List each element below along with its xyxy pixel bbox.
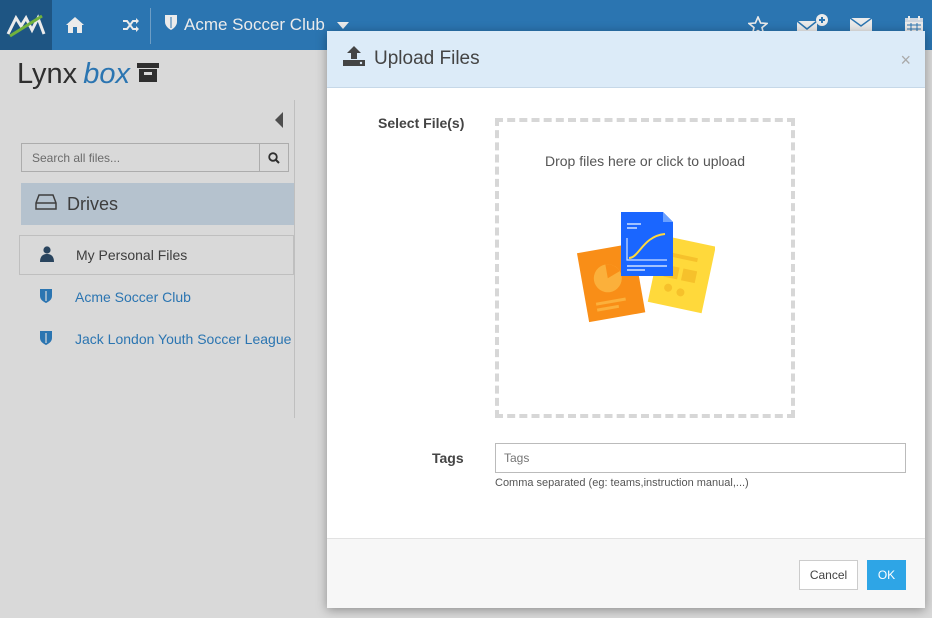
dialog-header: Upload Files ×: [327, 31, 925, 88]
select-files-label: Select File(s): [378, 115, 465, 131]
ok-button[interactable]: OK: [867, 560, 906, 590]
upload-icon: [342, 45, 366, 73]
tags-input[interactable]: [495, 443, 906, 473]
dialog-footer: Cancel OK: [327, 538, 925, 608]
dropzone-hint: Drop files here or click to upload: [545, 153, 745, 169]
dialog-title: Upload Files: [374, 48, 480, 69]
cancel-button[interactable]: Cancel: [799, 560, 858, 590]
upload-files-dialog: Upload Files × Select File(s) Drop files…: [327, 31, 925, 608]
tags-label: Tags: [432, 450, 464, 466]
close-icon[interactable]: ×: [900, 51, 911, 69]
tags-help-text: Comma separated (eg: teams,instruction m…: [495, 477, 749, 489]
file-dropzone[interactable]: Drop files here or click to upload: [495, 118, 795, 418]
documents-illustration-icon: [575, 210, 716, 333]
